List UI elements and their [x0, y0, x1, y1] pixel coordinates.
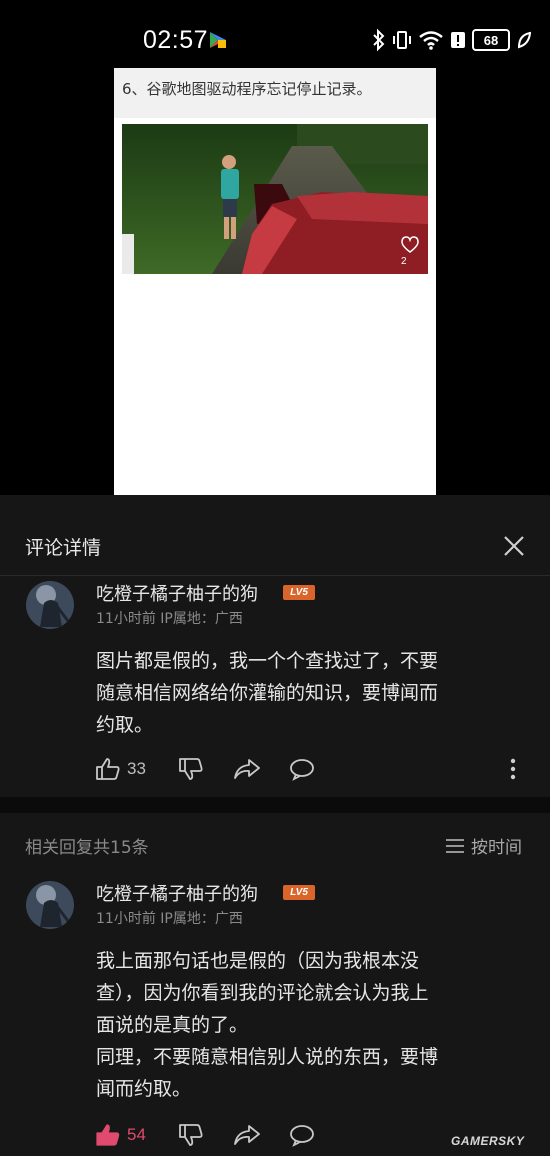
sort-list-icon	[446, 838, 464, 853]
share-icon	[234, 1125, 260, 1145]
reply-button[interactable]	[289, 755, 315, 783]
thumbs-up-icon	[96, 758, 120, 780]
alert-icon	[451, 32, 465, 48]
share-icon	[234, 759, 260, 779]
charging-leaf-icon	[517, 31, 532, 49]
comment-username[interactable]: 吃橙子橘子柚子的狗	[96, 580, 258, 606]
replies-header: 相关回复共15条 按时间	[0, 827, 550, 863]
reply-button[interactable]	[289, 1121, 315, 1149]
avatar[interactable]	[26, 581, 74, 629]
more-vertical-icon	[510, 758, 516, 780]
article-preview: 6、谷歌地图驱动程序忘记停止记录。 2	[114, 68, 436, 495]
dislike-button[interactable]	[178, 1121, 204, 1149]
share-button[interactable]	[233, 755, 261, 783]
comment-bubble-icon	[290, 759, 314, 781]
preview-caption: 6、谷歌地图驱动程序忘记停止记录。	[114, 68, 436, 118]
reply-username[interactable]: 吃橙子橘子柚子的狗	[96, 880, 258, 906]
main-comment: 吃橙子橘子柚子的狗 LV5 11小时前 IP属地：广西 图片都是假的，我一个个查…	[0, 575, 550, 797]
photo-like-count: 2	[401, 256, 407, 267]
close-icon[interactable]	[499, 531, 529, 561]
status-bar: 02:57 68	[0, 0, 550, 70]
thumbs-down-icon	[179, 1124, 203, 1146]
street-view-photo	[122, 124, 428, 274]
share-button[interactable]	[233, 1121, 261, 1149]
level-badge: LV5	[283, 885, 315, 900]
comment-meta: 11小时前 IP属地：广西	[96, 611, 243, 627]
section-divider	[0, 797, 550, 813]
watermark: GAMERSKY	[451, 1134, 525, 1148]
app-notification-icon	[210, 32, 226, 48]
replies-count: 相关回复共15条	[25, 838, 149, 858]
status-time: 02:57	[143, 26, 209, 54]
sheet-title: 评论详情	[25, 537, 102, 559]
sort-label: 按时间	[471, 838, 522, 858]
comment-actions: 33	[95, 755, 535, 785]
vibrate-icon	[393, 31, 411, 49]
battery-indicator: 68	[472, 29, 510, 51]
sheet-header: 评论详情	[0, 495, 550, 576]
avatar[interactable]	[26, 881, 74, 929]
wifi-icon	[419, 31, 443, 50]
level-badge: LV5	[283, 585, 315, 600]
thumbs-down-icon	[179, 758, 203, 780]
reply-text: 我上面那句话也是假的（因为我根本没 查），因为你看到我的评论就会认为我上 面说的…	[96, 950, 439, 1100]
comment-bubble-icon	[290, 1125, 314, 1147]
comment-detail-sheet: 评论详情 吃橙子橘子柚子的狗 LV5 11小时前 IP属地：广西 图片都是假的，…	[0, 495, 550, 1156]
more-options-button[interactable]	[505, 755, 521, 783]
comment-text: 图片都是假的，我一个个查找过了，不要 随意相信网络给你灌输的知识，要博闻而 约取…	[96, 650, 439, 736]
sort-by-time-button[interactable]: 按时间	[445, 833, 522, 858]
like-count: 54	[127, 1125, 146, 1144]
thumbs-up-filled-icon	[96, 1124, 120, 1146]
like-button[interactable]: 33	[95, 755, 146, 783]
reply-comment: 吃橙子橘子柚子的狗 LV5 11小时前 IP属地：广西 我上面那句话也是假的（因…	[0, 875, 550, 1156]
status-icons: 68	[372, 28, 532, 52]
like-count: 33	[127, 759, 146, 778]
bluetooth-icon	[373, 29, 385, 51]
dislike-button[interactable]	[178, 755, 204, 783]
reply-meta: 11小时前 IP属地：广西	[96, 911, 243, 927]
like-button[interactable]: 54	[95, 1121, 146, 1149]
